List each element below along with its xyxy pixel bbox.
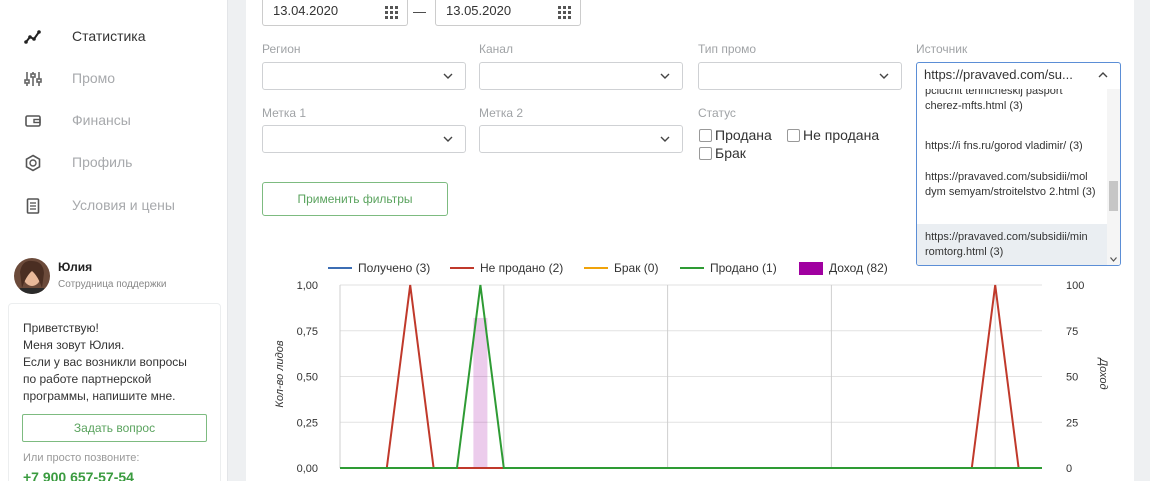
source-selected-text: https://pravaved.com/su... — [924, 67, 1073, 82]
sidebar-item-statistics[interactable]: Статистика — [0, 19, 228, 53]
source-option-highlighted[interactable]: https://pravaved.com/subsidii/min romtor… — [917, 224, 1107, 265]
income-bar — [473, 317, 488, 468]
y2-tick-label: 50 — [1066, 372, 1078, 384]
sliders-icon — [24, 72, 42, 86]
y2-tick-label: 25 — [1066, 417, 1078, 429]
y2-tick-label: 0 — [1066, 463, 1072, 475]
y2-tick-label: 75 — [1066, 326, 1078, 338]
y-tick-label: 0,00 — [297, 463, 318, 475]
scrollbar[interactable] — [1107, 89, 1120, 265]
sidebar-item-finance[interactable]: Финансы — [0, 103, 228, 137]
wallet-icon — [25, 115, 41, 127]
source-select[interactable]: https://pravaved.com/su... pcluchit tehn… — [916, 62, 1121, 266]
call-label: Или просто позвоните: — [23, 452, 140, 464]
gear-icon — [25, 154, 41, 172]
chart-line-icon — [24, 30, 41, 44]
chevron-down-icon[interactable] — [1110, 257, 1117, 262]
sidebar-item-label: Статистика — [72, 28, 146, 44]
source-option[interactable]: https://i fns.ru/gorod vladimir/ (3) — [917, 139, 1107, 159]
sidebar-item-label: Профиль — [72, 154, 133, 170]
phone-link[interactable]: +7 900 657-57-54 — [23, 469, 134, 481]
source-option[interactable]: https://pravaved.com/subsidii/mol dym se… — [917, 167, 1107, 217]
main-panel: 13.04.2020 — 13.05.2020 Регион Канал Тип… — [246, 0, 1134, 481]
help-message: Приветствую! Меня зовут Юлия. Если у вас… — [23, 321, 187, 403]
y-tick-label: 0,50 — [297, 372, 318, 384]
sidebar-item-profile[interactable]: Профиль — [0, 145, 228, 179]
y-axis-title: Кол-во лидов — [274, 340, 286, 407]
support-role: Сотрудница поддержки — [58, 279, 167, 290]
y2-tick-label: 100 — [1066, 280, 1084, 292]
support-contact: Юлия Сотрудница поддержки — [14, 258, 214, 298]
chevron-up-icon — [1098, 72, 1108, 78]
source-options-list: pcluchit tehnicheskij pasport cherez-mft… — [917, 89, 1107, 265]
y-tick-label: 0,25 — [297, 417, 318, 429]
source-option[interactable]: pcluchit tehnicheskij pasport cherez-mft… — [917, 89, 1107, 120]
source-select-value[interactable]: https://pravaved.com/su... — [917, 63, 1120, 89]
y-tick-label: 0,75 — [297, 326, 318, 338]
avatar — [14, 258, 50, 294]
sidebar-item-label: Промо — [72, 70, 116, 86]
sidebar-item-label: Условия и цены — [72, 197, 175, 213]
y-tick-label: 1,00 — [297, 280, 318, 292]
sidebar-item-promo[interactable]: Промо — [0, 61, 228, 95]
sidebar: Статистика Промо Финансы Профиль Условия… — [0, 0, 228, 481]
document-icon — [26, 198, 40, 214]
support-name: Юлия — [58, 260, 93, 274]
sidebar-item-terms[interactable]: Условия и цены — [0, 188, 228, 222]
scrollbar-thumb[interactable] — [1109, 181, 1118, 211]
help-card: Приветствую! Меня зовут Юлия. Если у вас… — [8, 303, 221, 481]
ask-question-button[interactable]: Задать вопрос — [22, 414, 207, 442]
sidebar-item-label: Финансы — [72, 112, 131, 128]
y2-axis-title: Доход — [1097, 356, 1109, 389]
